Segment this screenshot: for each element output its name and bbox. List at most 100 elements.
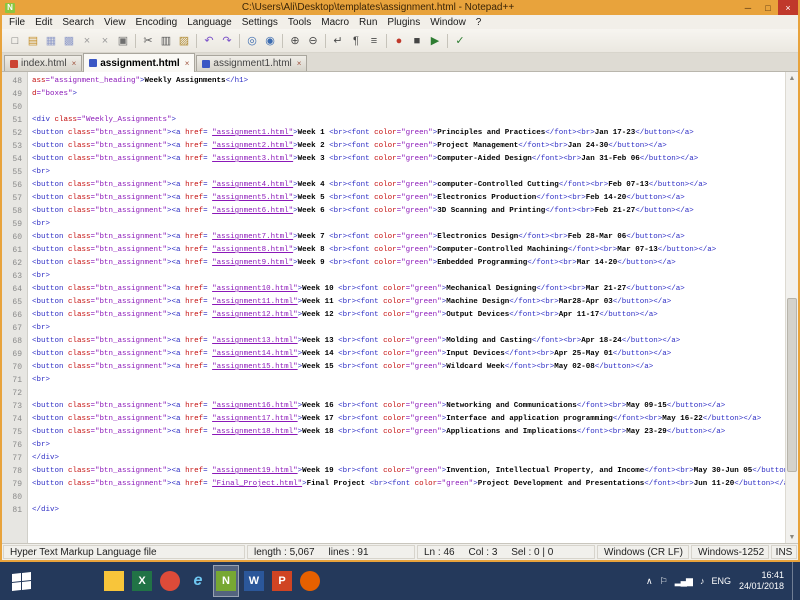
open-file-icon[interactable]: ▤ <box>24 32 42 50</box>
tray-icons: ∧ ⚐ ▂▄▆ ♪ <box>646 576 704 587</box>
hidden-icons-icon[interactable]: ∧ <box>646 576 653 587</box>
code-area[interactable]: ass="assignment_heading">Weekly Assignme… <box>28 72 785 543</box>
taskbar-apps: XeNWP <box>100 562 324 600</box>
menu-file[interactable]: File <box>4 15 30 29</box>
unsaved-file-icon <box>10 59 18 68</box>
scroll-down-arrow-icon[interactable]: ▼ <box>789 531 796 543</box>
scrollbar-thumb[interactable] <box>787 298 797 473</box>
status-length-lines: length : 5,067 lines : 91 <box>247 545 415 559</box>
tab-index.html[interactable]: index.html × <box>4 55 83 71</box>
menu-macro[interactable]: Macro <box>316 15 354 29</box>
close-button[interactable]: × <box>778 0 798 15</box>
menu-window[interactable]: Window <box>425 15 471 29</box>
code-line: <br> <box>32 272 51 280</box>
taskbar-word[interactable]: W <box>241 565 267 597</box>
menu-run[interactable]: Run <box>354 15 382 29</box>
record-macro-icon[interactable]: ● <box>390 32 408 50</box>
line-number: 62 <box>12 259 22 268</box>
close-file-icon[interactable]: × <box>78 32 96 50</box>
line-number: 68 <box>12 337 22 346</box>
language-indicator[interactable]: ENG <box>711 576 731 586</box>
show-all-characters-icon[interactable]: ¶ <box>347 32 365 50</box>
tab-assignment1.html[interactable]: assignment1.html × <box>196 55 308 71</box>
find-icon[interactable]: ◎ <box>243 32 261 50</box>
taskbar-internet-explorer[interactable]: e <box>185 565 211 597</box>
internet-explorer-icon: e <box>193 572 203 589</box>
code-line: <br> <box>32 376 51 384</box>
menu-view[interactable]: View <box>99 15 131 29</box>
taskbar-clock[interactable]: 16:41 24/01/2018 <box>739 570 784 592</box>
minimize-button[interactable]: ─ <box>738 0 758 15</box>
network-icon[interactable]: ▂▄▆ <box>675 576 693 587</box>
word-icon: W <box>244 571 264 591</box>
line-number: 60 <box>12 233 22 242</box>
undo-icon[interactable]: ↶ <box>200 32 218 50</box>
maximize-button[interactable]: □ <box>758 0 778 15</box>
tab-close-icon[interactable]: × <box>72 59 77 68</box>
line-number: 53 <box>12 142 22 151</box>
indent-guide-icon[interactable]: ≡ <box>365 32 383 50</box>
start-button[interactable] <box>0 562 42 600</box>
taskbar-excel[interactable]: X <box>129 565 155 597</box>
line-number: 63 <box>12 272 22 281</box>
replace-icon[interactable]: ◉ <box>261 32 279 50</box>
zoom-out-icon[interactable]: ⊖ <box>304 32 322 50</box>
line-number: 71 <box>12 376 22 385</box>
tab-close-icon[interactable]: × <box>297 59 302 68</box>
taskbar-powerpoint[interactable]: P <box>269 565 295 597</box>
menu-search[interactable]: Search <box>57 15 99 29</box>
code-line: <button class="btn_assignment"><a href= … <box>32 155 699 163</box>
taskbar-chrome[interactable] <box>157 565 183 597</box>
taskbar-firefox[interactable] <box>297 565 323 597</box>
zoom-in-icon[interactable]: ⊕ <box>286 32 304 50</box>
taskbar-file-explorer[interactable] <box>101 565 127 597</box>
line-number: 66 <box>12 311 22 320</box>
vertical-scrollbar[interactable]: ▲ ▼ <box>785 72 798 543</box>
line-number: 72 <box>12 389 22 398</box>
line-number: 81 <box>12 506 22 515</box>
close-all-icon[interactable]: × <box>96 32 114 50</box>
word-wrap-icon[interactable]: ↵ <box>329 32 347 50</box>
line-number: 80 <box>12 493 22 502</box>
chrome-icon <box>160 571 180 591</box>
save-all-icon[interactable]: ▩ <box>60 32 78 50</box>
redo-icon[interactable]: ↷ <box>218 32 236 50</box>
paste-icon[interactable]: ▨ <box>175 32 193 50</box>
show-desktop-button[interactable] <box>792 562 798 600</box>
menu-settings[interactable]: Settings <box>237 15 283 29</box>
tab-close-icon[interactable]: × <box>185 59 190 68</box>
new-file-icon[interactable]: □ <box>6 32 24 50</box>
menu-plugins[interactable]: Plugins <box>382 15 425 29</box>
menu-tools[interactable]: Tools <box>283 15 316 29</box>
menu-language[interactable]: Language <box>182 15 237 29</box>
spell-check-icon[interactable]: ✓ <box>451 32 469 50</box>
file-explorer-icon <box>104 571 124 591</box>
tab-assignment.html[interactable]: assignment.html × <box>83 53 196 72</box>
action-center-icon[interactable]: ⚐ <box>660 576 668 587</box>
scroll-up-arrow-icon[interactable]: ▲ <box>789 72 796 84</box>
copy-icon[interactable]: ▥ <box>157 32 175 50</box>
code-line: <br> <box>32 324 51 332</box>
save-icon[interactable]: ▦ <box>42 32 60 50</box>
line-number: 78 <box>12 467 22 476</box>
taskbar-notepad-plus-plus[interactable]: N <box>213 565 239 597</box>
play-macro-icon[interactable]: ▶ <box>426 32 444 50</box>
taskbar: XeNWP ∧ ⚐ ▂▄▆ ♪ ENG 16:41 24/01/2018 <box>0 562 800 600</box>
menu-help[interactable]: ? <box>471 15 487 29</box>
toolbar-separator <box>386 33 387 48</box>
menu-encoding[interactable]: Encoding <box>131 15 183 29</box>
powerpoint-icon: P <box>272 571 292 591</box>
status-cursor-position: Ln : 46 Col : 3 Sel : 0 | 0 <box>417 545 595 559</box>
line-number: 64 <box>12 285 22 294</box>
code-line: <button class="btn_assignment"><a href= … <box>32 298 672 306</box>
line-number: 59 <box>12 220 22 229</box>
line-number: 76 <box>12 441 22 450</box>
print-icon[interactable]: ▣ <box>114 32 132 50</box>
line-number-gutter: 48 49 50 51 52 53 54 55 56 57 58 59 60 61 62 63 64 65 66 67… <box>2 72 28 543</box>
menu-edit[interactable]: Edit <box>30 15 57 29</box>
cut-icon[interactable]: ✂ <box>139 32 157 50</box>
volume-icon[interactable]: ♪ <box>700 576 704 586</box>
stop-macro-icon[interactable]: ■ <box>408 32 426 50</box>
code-line: <button class="btn_assignment"><a href= … <box>32 480 785 488</box>
line-number: 75 <box>12 428 22 437</box>
